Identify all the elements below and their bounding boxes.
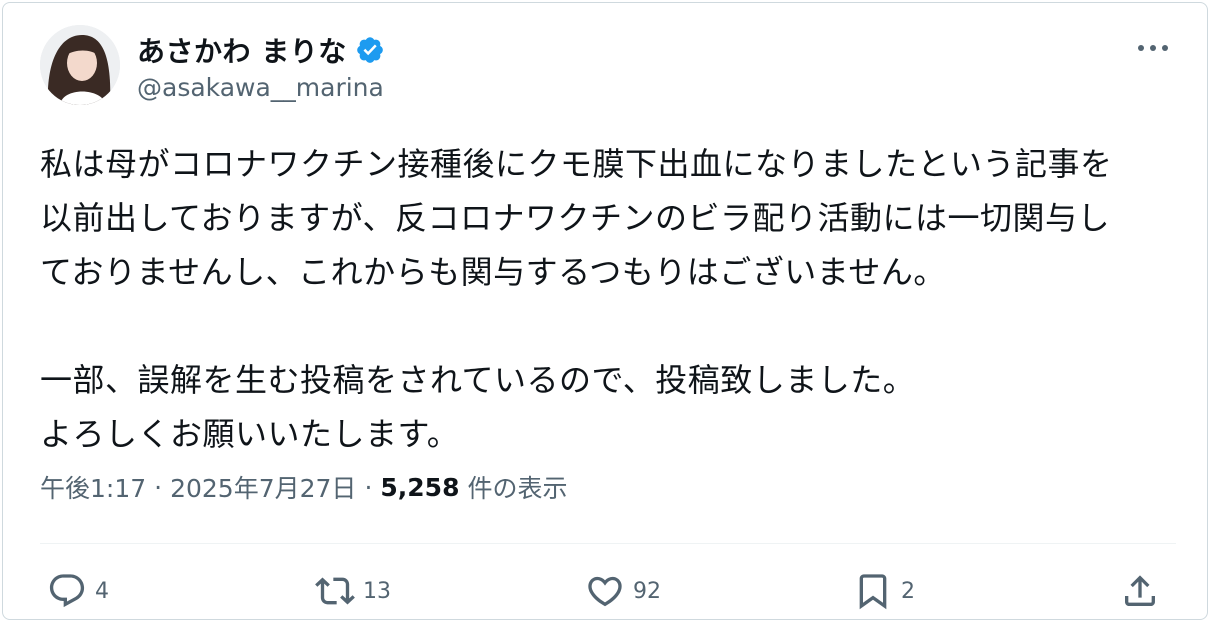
tweet-date[interactable]: 2025年7月27日 bbox=[170, 469, 356, 505]
share-button[interactable] bbox=[1120, 569, 1160, 613]
reply-icon bbox=[49, 574, 85, 608]
author-handle[interactable]: @asakawa__marina bbox=[137, 73, 384, 102]
tweet-text: 私は母がコロナワクチン接種後にクモ膜下出血になりましたという記事を 以前出してお… bbox=[40, 145, 1113, 453]
bookmark-count: 2 bbox=[901, 578, 915, 604]
like-count: 92 bbox=[633, 578, 661, 604]
views-label: 件の表示 bbox=[467, 474, 568, 503]
verified-badge-icon bbox=[355, 35, 385, 65]
meta-separator: · bbox=[154, 472, 163, 502]
author-name[interactable]: あさかわ まりな bbox=[137, 30, 347, 70]
views-count[interactable]: 5,258 bbox=[380, 473, 459, 502]
bookmark-icon bbox=[859, 574, 887, 610]
author-row: あさかわ まりな bbox=[137, 30, 385, 70]
avatar[interactable] bbox=[40, 25, 120, 105]
tweet-time[interactable]: 午後1:17 bbox=[40, 469, 146, 505]
like-button[interactable]: 92 bbox=[585, 569, 661, 613]
heart-icon bbox=[588, 576, 622, 607]
reply-button[interactable]: 4 bbox=[47, 569, 109, 613]
retweet-icon bbox=[315, 577, 355, 605]
more-options-icon bbox=[1138, 45, 1168, 51]
retweet-button[interactable]: 13 bbox=[315, 569, 391, 613]
divider bbox=[40, 543, 1176, 544]
tweet-card: あさかわ まりな @asakawa__marina 私は母がコロナワクチン接種後… bbox=[2, 2, 1208, 620]
reply-count: 4 bbox=[95, 578, 109, 604]
tweet-meta: 午後1:17 · 2025年7月27日 · 5,258 件の表示 bbox=[40, 469, 567, 505]
share-icon bbox=[1125, 575, 1155, 606]
more-options-button[interactable] bbox=[1135, 33, 1171, 63]
bookmark-button[interactable]: 2 bbox=[853, 569, 915, 613]
meta-separator: · bbox=[364, 472, 373, 502]
retweet-count: 13 bbox=[363, 578, 391, 604]
avatar-image bbox=[40, 25, 120, 105]
